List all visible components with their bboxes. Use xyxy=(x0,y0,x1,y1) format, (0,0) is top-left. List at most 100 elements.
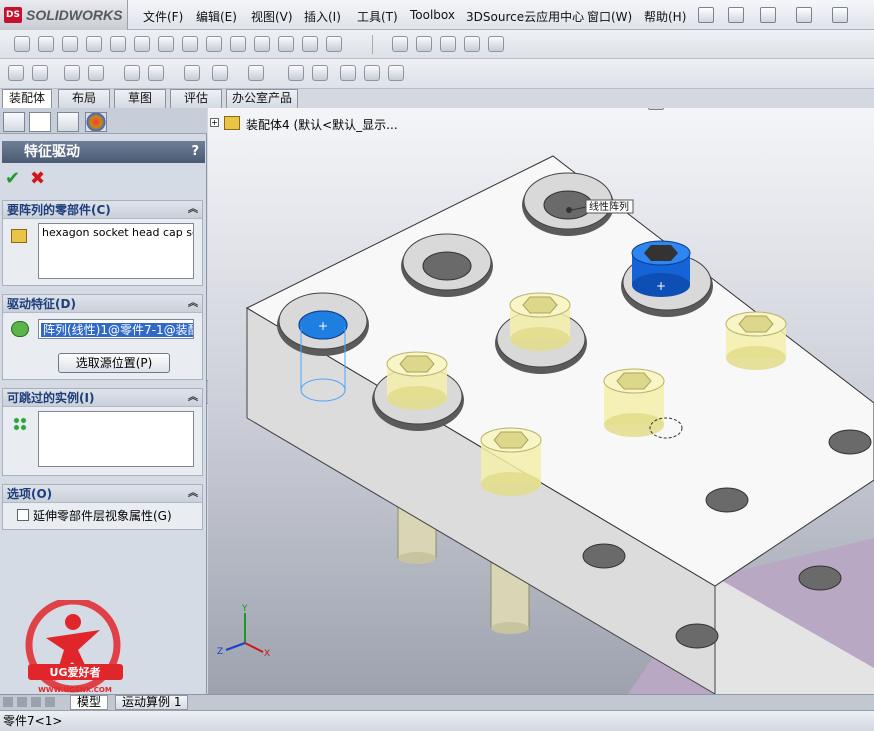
solidworks-window: DS SOLIDWORKS 文件(F) 编辑(E) 视图(V) 插入(I) 工具… xyxy=(0,0,874,731)
rotate-icon[interactable] xyxy=(124,65,140,81)
drawing-icon[interactable] xyxy=(312,65,328,81)
sum-icon[interactable] xyxy=(206,36,222,52)
tab-sketch[interactable]: 草图 xyxy=(114,89,166,108)
axis-y-label: Y xyxy=(241,604,248,614)
reference-geometry-icon[interactable] xyxy=(254,36,270,52)
group-driving-label: 驱动特征(D) xyxy=(7,297,76,311)
watermark-url: WWW.UGSNX.COM xyxy=(38,686,112,694)
routing-icon[interactable] xyxy=(388,65,404,81)
plate-hole xyxy=(798,565,842,591)
new-document-icon[interactable] xyxy=(728,7,744,23)
menu-window[interactable]: 窗口(W) xyxy=(587,8,632,25)
large-assembly-icon[interactable] xyxy=(488,36,504,52)
group-components: 要阵列的零部件(C) ︽ hexagon socket head cap scr… xyxy=(2,200,203,286)
assembly-features-icon[interactable] xyxy=(230,36,246,52)
tree-root-label[interactable]: 装配体4 (默认<默认_显示... xyxy=(246,116,398,133)
link-icon[interactable] xyxy=(288,65,304,81)
panel-title: 特征驱动 ? xyxy=(2,141,205,163)
selected-screw[interactable]: + xyxy=(631,240,691,297)
new-motion-study-icon[interactable] xyxy=(278,36,294,52)
clearance-icon[interactable] xyxy=(416,36,432,52)
menu-3dsource[interactable]: 3DSource云应用中心 xyxy=(466,8,584,25)
component-icon xyxy=(11,229,27,243)
ok-button[interactable]: ✔ xyxy=(5,168,20,189)
assembly-icon xyxy=(224,116,240,130)
bill-of-materials-icon[interactable] xyxy=(302,36,318,52)
collapse-icon[interactable]: ︽ xyxy=(188,201,198,219)
plate-hole xyxy=(828,429,872,455)
display-icon[interactable] xyxy=(212,65,228,81)
mate-icon[interactable] xyxy=(86,36,102,52)
menu-view[interactable]: 视图(V) xyxy=(251,8,293,25)
driving-feature-selected[interactable]: 阵列(线性)1@零件7-1@装配体 xyxy=(41,323,193,337)
group-options-header[interactable]: 选项(O) ︽ xyxy=(3,485,202,503)
menu-insert[interactable]: 插入(I) xyxy=(304,8,341,25)
menu-file[interactable]: 文件(F) xyxy=(143,8,183,25)
configuration-manager-tab-icon[interactable] xyxy=(57,112,79,132)
watermark-brand: UG爱好者 xyxy=(50,665,101,679)
collapse-icon[interactable]: ︽ xyxy=(188,485,198,503)
menu-toolbox[interactable]: Toolbox xyxy=(410,8,455,22)
instances-icon xyxy=(13,417,27,431)
toolbar-row-1 xyxy=(0,30,874,59)
pin-icon[interactable] xyxy=(698,7,714,23)
app-logo[interactable]: DS SOLIDWORKS xyxy=(0,0,128,30)
sensor-icon[interactable] xyxy=(248,65,264,81)
component-icon[interactable] xyxy=(8,65,24,81)
edit-component-icon[interactable] xyxy=(38,36,54,52)
instant3d-icon[interactable] xyxy=(464,36,480,52)
move-component-icon[interactable] xyxy=(158,36,174,52)
graphics-area[interactable]: + + 线性阵列 Y X Z + 装配体4 (默认<默认_显示... xyxy=(208,108,874,694)
smart-fasteners-icon[interactable] xyxy=(134,36,150,52)
driving-feature-field[interactable]: 阵列(线性)1@零件7-1@装配体 xyxy=(38,319,194,339)
structure-icon[interactable] xyxy=(364,65,380,81)
print-icon[interactable] xyxy=(832,7,848,23)
tab-office-products[interactable]: 办公室产品 xyxy=(226,89,298,108)
extend-visual-properties-checkbox[interactable] xyxy=(17,509,29,521)
exploded-view-icon[interactable] xyxy=(326,36,342,52)
show-hidden-icon[interactable] xyxy=(182,36,198,52)
components-list[interactable]: hexagon socket head cap screw xyxy=(38,223,194,279)
save-icon[interactable] xyxy=(796,7,812,23)
command-tabs: 装配体 布局 草图 评估 办公室产品 xyxy=(0,89,300,109)
menu-edit[interactable]: 编辑(E) xyxy=(196,8,237,25)
cancel-button[interactable]: ✖ xyxy=(30,168,45,189)
view-icon[interactable] xyxy=(184,65,200,81)
simulation-icon[interactable] xyxy=(148,65,164,81)
tab-layout[interactable]: 布局 xyxy=(58,89,110,108)
open-icon[interactable] xyxy=(760,7,776,23)
display-manager-tab-icon[interactable] xyxy=(85,112,107,132)
menu-help[interactable]: 帮助(H) xyxy=(644,8,686,25)
component-list-item[interactable]: hexagon socket head cap screw xyxy=(42,226,193,239)
skip-instances-list[interactable] xyxy=(38,411,194,467)
group-driving-header[interactable]: 驱动特征(D) ︽ xyxy=(3,295,202,313)
linear-pattern-icon[interactable] xyxy=(110,36,126,52)
linear-array-icon[interactable] xyxy=(88,65,104,81)
manager-tabs xyxy=(0,108,207,134)
collapse-icon[interactable]: ︽ xyxy=(188,389,198,407)
interference-icon[interactable] xyxy=(392,36,408,52)
menu-tools[interactable]: 工具(T) xyxy=(357,8,398,25)
tab-assembly[interactable]: 装配体 xyxy=(2,89,52,109)
tab-evaluate[interactable]: 评估 xyxy=(170,89,222,108)
axis-triad: Y X Z xyxy=(217,604,270,659)
heads-up-toolbar xyxy=(646,108,872,112)
expand-icon[interactable]: + xyxy=(210,118,219,127)
weldment-icon[interactable] xyxy=(340,65,356,81)
feature-tree-tab-icon[interactable] xyxy=(3,112,25,132)
group-components-header[interactable]: 要阵列的零部件(C) ︽ xyxy=(3,201,202,219)
collapse-icon[interactable]: ︽ xyxy=(188,295,198,313)
svg-text:+: + xyxy=(656,279,666,293)
axis-x-label: X xyxy=(264,649,270,659)
hole-alignment-icon[interactable] xyxy=(440,36,456,52)
group-skip-header[interactable]: 可跳过的实例(I) ︽ xyxy=(3,389,202,407)
mate-reference-icon[interactable] xyxy=(64,65,80,81)
assembly-icon[interactable] xyxy=(32,65,48,81)
counterbore-ring xyxy=(401,233,493,297)
property-manager-tab-icon[interactable] xyxy=(29,112,51,132)
insert-component-icon[interactable] xyxy=(62,36,78,52)
status-text: 零件7<1> xyxy=(3,714,63,728)
help-icon[interactable]: ? xyxy=(191,141,199,163)
select-source-position-button[interactable]: 选取源位置(P) xyxy=(58,353,170,373)
spell-check-icon[interactable] xyxy=(14,36,30,52)
